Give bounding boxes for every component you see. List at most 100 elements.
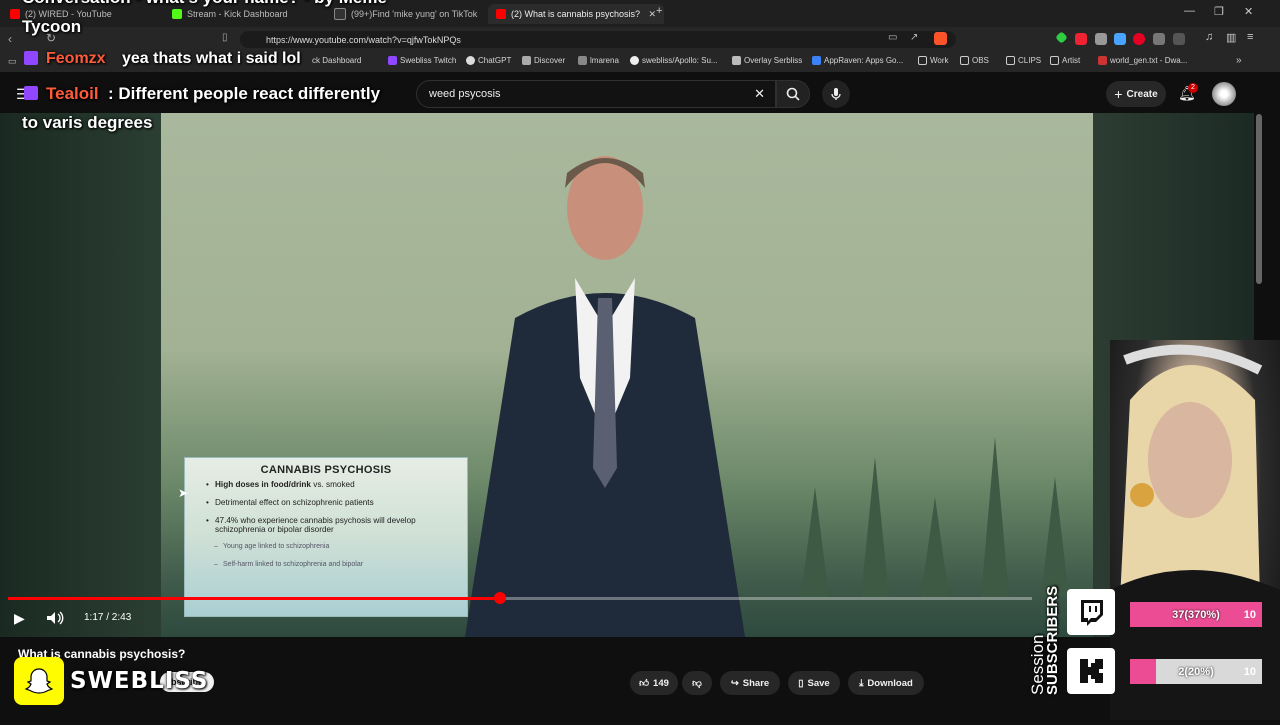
search-value: weed psycosis: [429, 88, 501, 100]
chat-message: yea thats what i said lol: [122, 50, 301, 67]
chat-username: Feomzx: [46, 50, 106, 67]
snapchat-icon: [14, 657, 64, 705]
slide-bullet: 47.4% who experience cannabis psychosis …: [206, 516, 467, 534]
twitch-icon: [388, 56, 397, 65]
slide-title: CANNABIS PSYCHOSIS: [260, 464, 392, 476]
bookmark-folder[interactable]: Artist: [1050, 56, 1080, 65]
extension-icon[interactable]: [1173, 33, 1185, 45]
folder-icon: [1006, 56, 1015, 65]
folder-icon: [960, 56, 969, 65]
play-icon[interactable]: ▶: [14, 610, 25, 627]
kick-sub-goal-bar: 2(20%) 10: [1130, 659, 1262, 684]
minimize-icon[interactable]: —: [1184, 5, 1195, 17]
kick-goal-text: 2(20%): [1178, 665, 1214, 678]
bookmark-folder[interactable]: CLIPS: [1006, 56, 1041, 65]
video-player[interactable]: CANNABIS PSYCHOSIS High doses in food/dr…: [0, 113, 1254, 637]
like-button[interactable]: 👍︎ 149: [630, 671, 678, 695]
slide-subbullet: Self-harm linked to schizophrenia and bi…: [214, 561, 467, 568]
volume-icon[interactable]: [46, 611, 64, 625]
back-icon[interactable]: ‹: [8, 32, 12, 46]
bookmark-folder[interactable]: Work: [918, 56, 949, 65]
time-display: 1:17 / 2:43: [84, 612, 132, 623]
download-button[interactable]: ⤓ Download: [848, 671, 924, 695]
kick-icon: [172, 9, 182, 19]
like-count: 149: [653, 677, 669, 689]
url-text: https://www.youtube.com/watch?v=qjfwTokN…: [266, 34, 461, 45]
bookmark-icon[interactable]: ▯: [222, 32, 228, 43]
maximize-icon[interactable]: ❐: [1214, 5, 1224, 18]
extension-icon[interactable]: [1095, 33, 1107, 45]
folder-icon[interactable]: ▭: [8, 56, 17, 67]
create-label: Create: [1126, 88, 1158, 100]
now-playing-text: Conversation - what's your name? - by Me…: [22, 0, 387, 8]
url-field[interactable]: https://www.youtube.com/watch?v=qjfwTokN…: [240, 31, 956, 48]
scrubber-handle[interactable]: [493, 592, 506, 604]
chatgpt-icon: [466, 56, 475, 65]
folder-icon: [1050, 56, 1059, 65]
share-button[interactable]: ↪ Share: [720, 671, 780, 695]
clear-search-icon[interactable]: ✕: [754, 86, 765, 102]
bookmark-item[interactable]: AppRaven: Apps Go...: [812, 56, 903, 65]
bookmark-item[interactable]: swebliss/Apollo: Su...: [630, 56, 718, 65]
lmarena-icon: [578, 56, 587, 65]
create-button[interactable]: + Create: [1106, 81, 1166, 107]
bookmark-item[interactable]: Discover: [522, 56, 565, 65]
slide-bullet: High doses in food/drink vs. smoked: [206, 480, 467, 489]
speaker-figure: [465, 156, 745, 637]
menu-icon[interactable]: ≡: [1247, 31, 1253, 43]
bookmark-item[interactable]: world_gen.txt - Dwa...: [1098, 56, 1187, 65]
twitch-logo-icon: [1067, 589, 1115, 635]
microphone-icon: [831, 88, 841, 100]
brave-shield-icon[interactable]: [934, 32, 947, 45]
youtube-icon: [496, 9, 506, 19]
twitch-goal-target: 10: [1243, 608, 1256, 621]
search-input[interactable]: weed psycosis ✕: [416, 80, 776, 108]
music-icon[interactable]: ♫: [1205, 31, 1213, 43]
kick-goal-target: 10: [1243, 665, 1256, 678]
screen-icon[interactable]: ▭: [888, 32, 897, 43]
thumbs-up-icon: 👍︎: [639, 678, 650, 689]
sidebar-icon[interactable]: ▥: [1226, 31, 1236, 44]
folder-icon: [918, 56, 927, 65]
bookmark-item[interactable]: ck Dashboard: [312, 56, 361, 65]
download-icon: ⤓: [859, 677, 864, 689]
extension-icon[interactable]: [1114, 33, 1126, 45]
tab-active-video[interactable]: (2) What is cannabis psychosis? ✕: [488, 4, 664, 24]
save-button[interactable]: ▯ Save: [788, 671, 840, 695]
search-button[interactable]: [776, 80, 810, 108]
close-window-icon[interactable]: ✕: [1244, 5, 1253, 18]
tiktok-icon: [334, 8, 346, 20]
bookmark-item[interactable]: ChatGPT: [466, 56, 511, 65]
chat-message: to varis degrees: [22, 113, 153, 132]
progress-fill: [8, 597, 500, 600]
more-bookmarks-icon[interactable]: »: [1236, 55, 1242, 66]
bookmark-item[interactable]: Swebliss Twitch: [388, 56, 456, 65]
new-tab-icon[interactable]: +: [656, 5, 662, 17]
thumbs-down-icon: 👎︎: [692, 678, 702, 689]
twitch-sub-goal-bar: 37(370%) 10: [1130, 602, 1262, 627]
twitch-icon: [24, 51, 38, 65]
bookmark-label: ck Dashboard: [312, 56, 362, 65]
bookmark-label: Artist: [1062, 56, 1081, 65]
puzzle-icon[interactable]: [1153, 33, 1165, 45]
voice-search-button[interactable]: [822, 80, 850, 108]
dislike-button[interactable]: 👎︎: [682, 671, 712, 695]
pinterest-icon[interactable]: [1133, 33, 1145, 45]
subscribers-label: SUBSCRIBERS: [1044, 585, 1061, 695]
close-tab-icon[interactable]: ✕: [648, 9, 656, 20]
bookmark-label: swebliss/Apollo: Su...: [642, 56, 718, 65]
bookmark-label: CLIPS: [1018, 56, 1042, 65]
mouse-cursor-icon: ➤: [178, 486, 189, 500]
extension-icon[interactable]: [1075, 33, 1087, 45]
bookmark-label: AppRaven: Apps Go...: [824, 56, 904, 65]
scrollbar-thumb[interactable]: [1256, 114, 1262, 284]
bookmark-item[interactable]: lmarena: [578, 56, 619, 65]
slide-overlay: CANNABIS PSYCHOSIS High doses in food/dr…: [184, 457, 468, 617]
share-page-icon[interactable]: ↗: [910, 32, 918, 43]
avatar[interactable]: [1212, 82, 1236, 106]
brand-name: SWEBLISS: [70, 668, 209, 694]
bookmark-item[interactable]: Overlay Serbliss: [732, 56, 802, 65]
bookmark-label: OBS: [972, 56, 989, 65]
bookmark-folder[interactable]: OBS: [960, 56, 989, 65]
file-icon: [1098, 56, 1107, 65]
